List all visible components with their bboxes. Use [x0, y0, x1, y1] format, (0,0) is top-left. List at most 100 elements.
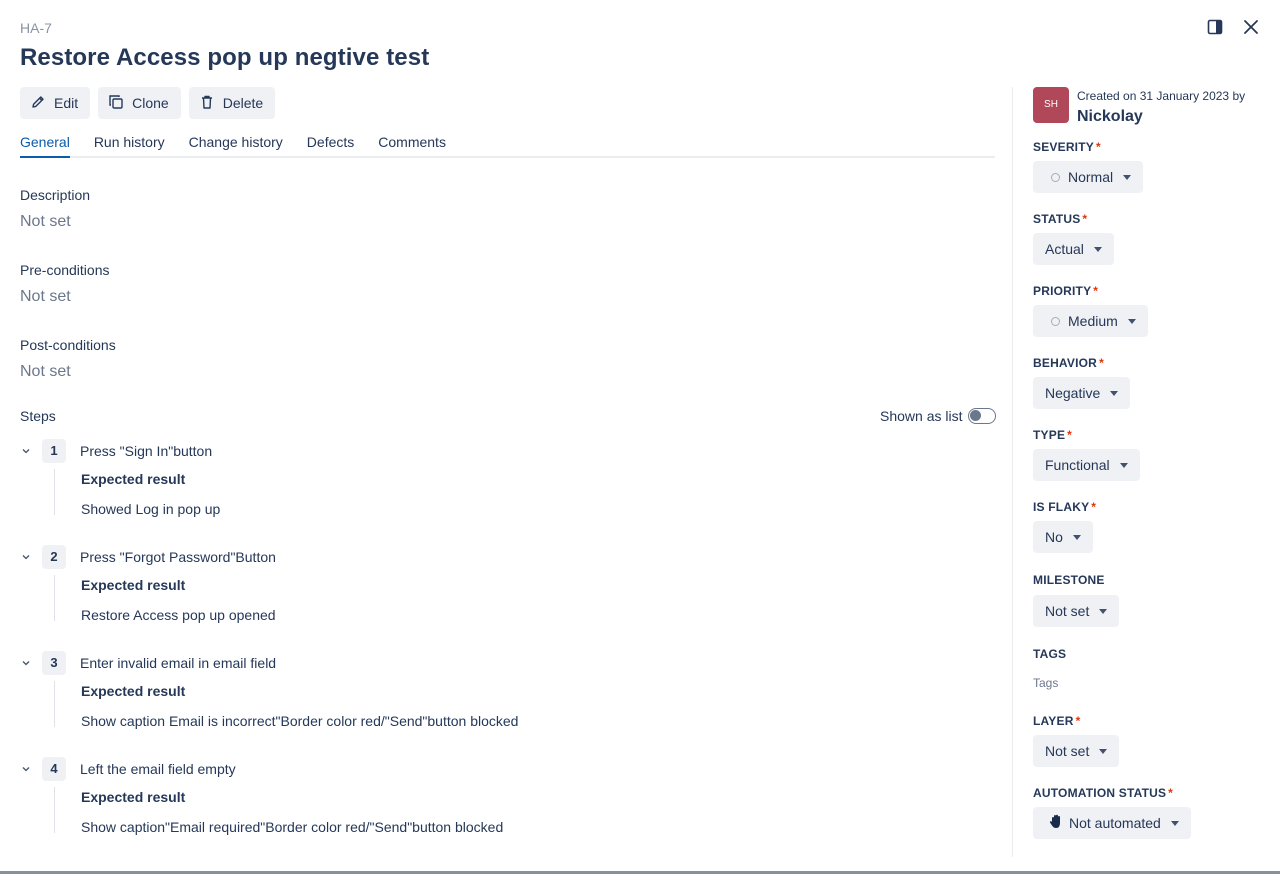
step-action[interactable]: Enter invalid email in email field: [80, 655, 276, 671]
step-item: 2 Press "Forgot Password"Button Expected…: [18, 545, 978, 623]
type-value: Functional: [1045, 457, 1110, 473]
is-flaky-dropdown[interactable]: No: [1033, 521, 1093, 553]
close-icon[interactable]: [1240, 16, 1262, 38]
caret-down-icon: [1119, 462, 1128, 468]
sidebar-divider: [1012, 87, 1013, 857]
edit-button[interactable]: Edit: [20, 87, 91, 119]
issue-key: HA-7: [20, 20, 52, 36]
shown-as-list-toggle[interactable]: [968, 408, 997, 424]
delete-label: Delete: [222, 95, 264, 111]
caret-down-icon: [1099, 608, 1108, 614]
step-action[interactable]: Press "Forgot Password"Button: [80, 549, 276, 565]
hand-icon: [1049, 814, 1063, 832]
step-item: 3 Enter invalid email in email field Exp…: [18, 651, 978, 729]
behavior-label: BEHAVIOR *: [1033, 356, 1104, 370]
required-marker: *: [1075, 714, 1081, 728]
clone-button[interactable]: Clone: [98, 87, 181, 119]
caret-down-icon: [1072, 534, 1081, 540]
expected-result-block: Expected result Restore Access pop up op…: [54, 575, 276, 623]
created-info: Created on 31 January 2023 by: [1077, 89, 1246, 103]
caret-down-icon: [1110, 390, 1119, 396]
layer-dropdown[interactable]: Not set: [1033, 735, 1120, 767]
step-item: 1 Press "Sign In"button Expected result …: [18, 439, 978, 517]
milestone-dropdown[interactable]: Not set: [1033, 595, 1120, 627]
chevron-down-icon[interactable]: [18, 655, 34, 671]
behavior-dropdown[interactable]: Negative: [1033, 377, 1131, 409]
expected-result-block: Expected result Show caption"Email requi…: [54, 787, 503, 835]
required-marker: *: [1091, 500, 1097, 514]
step-number: 3: [42, 651, 66, 675]
step-number: 1: [42, 439, 66, 463]
is-flaky-label: IS FLAKY *: [1033, 500, 1097, 514]
toggle-knob: [970, 410, 982, 421]
toolbar: Edit Clone Delete: [20, 87, 276, 119]
expected-result-text[interactable]: Show caption"Email required"Border color…: [81, 819, 503, 835]
is-flaky-value: No: [1045, 529, 1063, 545]
steps-label: Steps: [20, 408, 56, 424]
tags-label: TAGS: [1033, 647, 1067, 661]
step-number: 4: [42, 757, 66, 781]
required-marker: *: [1168, 786, 1174, 800]
step-item: 4 Left the email field empty Expected re…: [18, 757, 978, 835]
postconditions-value[interactable]: Not set: [20, 363, 71, 381]
chevron-down-icon[interactable]: [18, 549, 34, 565]
circle-icon: [1051, 172, 1060, 182]
expected-result-block: Expected result Show caption Email is in…: [54, 681, 518, 729]
edit-label: Edit: [54, 95, 79, 111]
page-title[interactable]: Restore Access pop up negtive test: [20, 44, 429, 72]
expected-result-text[interactable]: Restore Access pop up opened: [81, 607, 276, 623]
tab-bar: General Run history Change history Defec…: [20, 131, 995, 158]
tab-defects[interactable]: Defects: [307, 131, 354, 158]
shown-as-list-label: Shown as list: [880, 408, 963, 424]
priority-value: Medium: [1068, 313, 1118, 329]
expected-result-block: Expected result Showed Log in pop up: [54, 469, 220, 517]
behavior-value: Negative: [1045, 385, 1101, 401]
layer-label: LAYER *: [1033, 714, 1081, 728]
panel-toggle-icon[interactable]: [1204, 16, 1226, 38]
trash-icon: [199, 94, 215, 113]
expected-result-text[interactable]: Showed Log in pop up: [81, 501, 220, 517]
chevron-down-icon[interactable]: [18, 443, 34, 459]
copy-icon: [108, 94, 124, 113]
expected-result-text[interactable]: Show caption Email is incorrect"Border c…: [81, 713, 518, 729]
type-dropdown[interactable]: Functional: [1033, 449, 1140, 481]
tags-input[interactable]: Tags: [1033, 676, 1058, 690]
milestone-value: Not set: [1045, 603, 1090, 619]
test-case-modal: HA-7 Restore Access pop up negtive test …: [0, 0, 1280, 874]
pencil-icon: [30, 94, 46, 113]
chevron-down-icon[interactable]: [18, 761, 34, 777]
step-action[interactable]: Press "Sign In"button: [80, 443, 212, 459]
automation-status-value: Not automated: [1069, 815, 1161, 831]
shown-as-list-control: Shown as list: [880, 408, 997, 424]
expected-result-label: Expected result: [81, 577, 186, 593]
type-label: TYPE *: [1033, 428, 1073, 442]
required-marker: *: [1095, 140, 1101, 154]
status-dropdown[interactable]: Actual: [1033, 233, 1114, 265]
priority-label: PRIORITY *: [1033, 284, 1099, 298]
automation-status-dropdown[interactable]: Not automated: [1033, 807, 1191, 839]
caret-down-icon: [1123, 174, 1132, 180]
automation-status-label: AUTOMATION STATUS *: [1033, 786, 1174, 800]
preconditions-value[interactable]: Not set: [20, 288, 71, 306]
expected-result-label: Expected result: [81, 471, 186, 487]
required-marker: *: [1067, 428, 1073, 442]
status-label: STATUS *: [1033, 212, 1088, 226]
delete-button[interactable]: Delete: [188, 87, 276, 119]
required-marker: *: [1093, 284, 1099, 298]
step-action[interactable]: Left the email field empty: [80, 761, 236, 777]
tab-run-history[interactable]: Run history: [94, 131, 165, 158]
circle-icon: [1051, 316, 1060, 326]
expected-result-label: Expected result: [81, 683, 186, 699]
severity-value: Normal: [1068, 169, 1114, 185]
avatar[interactable]: SH: [1033, 87, 1069, 123]
priority-dropdown[interactable]: Medium: [1033, 305, 1148, 337]
caret-down-icon: [1099, 748, 1108, 754]
tab-general[interactable]: General: [20, 131, 70, 158]
tab-change-history[interactable]: Change history: [189, 131, 283, 158]
tab-comments[interactable]: Comments: [378, 131, 446, 158]
severity-dropdown[interactable]: Normal: [1033, 161, 1144, 193]
author-name[interactable]: Nickolay: [1077, 108, 1143, 126]
description-value[interactable]: Not set: [20, 213, 71, 231]
description-label: Description: [20, 187, 91, 203]
caret-down-icon: [1127, 318, 1136, 324]
